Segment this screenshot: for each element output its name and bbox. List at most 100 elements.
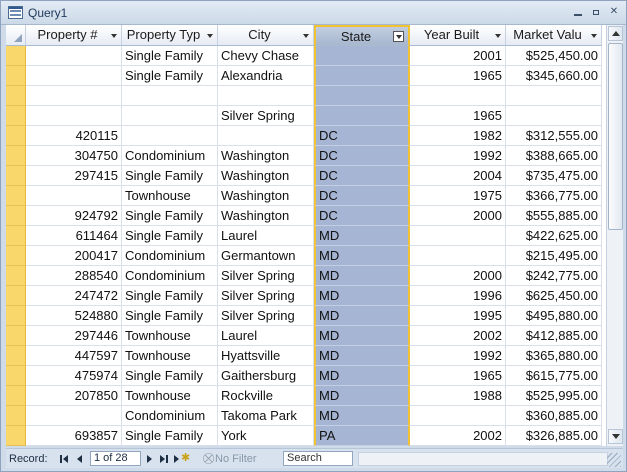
- cell-year-built[interactable]: 1965: [410, 66, 506, 86]
- cell-city[interactable]: Washington: [218, 146, 314, 166]
- cell-state[interactable]: MD: [314, 386, 410, 406]
- cell-city[interactable]: Chevy Chase: [218, 46, 314, 66]
- cell-state[interactable]: DC: [314, 126, 410, 146]
- first-record-button[interactable]: [59, 452, 71, 465]
- row-selector[interactable]: [6, 226, 26, 246]
- row-selector[interactable]: [6, 106, 26, 126]
- cell-property-id[interactable]: 611464: [26, 226, 122, 246]
- cell-property-id[interactable]: [26, 186, 122, 206]
- cell-property-type[interactable]: Single Family: [122, 166, 218, 186]
- cell-market-value[interactable]: $360,885.00: [506, 406, 602, 426]
- cell-year-built[interactable]: 1965: [410, 366, 506, 386]
- filter-toggle[interactable]: ⛒No Filter: [203, 450, 257, 468]
- sort-dropdown-icon[interactable]: [591, 34, 597, 38]
- row-selector[interactable]: [6, 206, 26, 226]
- cell-market-value[interactable]: $242,775.00: [506, 266, 602, 286]
- select-all-corner[interactable]: [6, 25, 26, 46]
- cell-state[interactable]: DC: [314, 166, 410, 186]
- cell-city[interactable]: Hyattsville: [218, 346, 314, 366]
- row-selector[interactable]: [6, 166, 26, 186]
- cell-property-type[interactable]: Townhouse: [122, 326, 218, 346]
- cell-state[interactable]: MD: [314, 406, 410, 426]
- sort-dropdown-icon[interactable]: [111, 34, 117, 38]
- row-selector[interactable]: [6, 46, 26, 66]
- row-selector[interactable]: [6, 126, 26, 146]
- cell-property-type[interactable]: Single Family: [122, 66, 218, 86]
- previous-record-button[interactable]: [74, 452, 86, 465]
- cell-year-built[interactable]: 2004: [410, 166, 506, 186]
- cell-property-id[interactable]: 420115: [26, 126, 122, 146]
- cell-city[interactable]: Washington: [218, 186, 314, 206]
- cell-state[interactable]: MD: [314, 346, 410, 366]
- cell-state[interactable]: [314, 106, 410, 126]
- cell-state[interactable]: [314, 66, 410, 86]
- cell-property-id[interactable]: 524880: [26, 306, 122, 326]
- column-header-year-built[interactable]: Year Built: [410, 25, 506, 46]
- cell-market-value[interactable]: [506, 106, 602, 126]
- close-button[interactable]: ✕: [607, 6, 621, 19]
- sort-dropdown-icon[interactable]: [207, 34, 213, 38]
- vertical-scrollbar[interactable]: [606, 25, 623, 446]
- search-input[interactable]: Search: [283, 451, 353, 466]
- row-selector[interactable]: [6, 286, 26, 306]
- cell-property-id[interactable]: 447597: [26, 346, 122, 366]
- row-selector[interactable]: [6, 326, 26, 346]
- row-selector[interactable]: [6, 86, 26, 106]
- row-selector[interactable]: [6, 246, 26, 266]
- cell-property-type[interactable]: Condominium: [122, 406, 218, 426]
- scroll-up-button[interactable]: [608, 26, 623, 41]
- cell-year-built[interactable]: 1995: [410, 306, 506, 326]
- next-record-button[interactable]: [143, 452, 155, 465]
- cell-property-type[interactable]: Single Family: [122, 426, 218, 446]
- cell-market-value[interactable]: $412,885.00: [506, 326, 602, 346]
- cell-property-type[interactable]: [122, 126, 218, 146]
- cell-property-id[interactable]: [26, 46, 122, 66]
- cell-property-id[interactable]: [26, 86, 122, 106]
- cell-property-id[interactable]: 693857: [26, 426, 122, 446]
- cell-market-value[interactable]: $615,775.00: [506, 366, 602, 386]
- column-header-property-type[interactable]: Property Typ: [122, 25, 218, 46]
- cell-market-value[interactable]: $735,475.00: [506, 166, 602, 186]
- cell-state[interactable]: MD: [314, 286, 410, 306]
- current-record-field[interactable]: 1 of 28: [90, 451, 141, 466]
- cell-property-id[interactable]: 207850: [26, 386, 122, 406]
- cell-city[interactable]: Washington: [218, 166, 314, 186]
- cell-market-value[interactable]: $495,880.00: [506, 306, 602, 326]
- cell-state[interactable]: PA: [314, 426, 410, 446]
- cell-city[interactable]: Takoma Park: [218, 406, 314, 426]
- cell-year-built[interactable]: 2000: [410, 266, 506, 286]
- cell-property-id[interactable]: 297415: [26, 166, 122, 186]
- cell-city[interactable]: York: [218, 426, 314, 446]
- cell-city[interactable]: Laurel: [218, 226, 314, 246]
- cell-year-built[interactable]: 1965: [410, 106, 506, 126]
- cell-property-type[interactable]: Townhouse: [122, 186, 218, 206]
- cell-property-id[interactable]: [26, 66, 122, 86]
- sort-dropdown-icon[interactable]: [495, 34, 501, 38]
- cell-property-type[interactable]: Single Family: [122, 366, 218, 386]
- horizontal-scrollbar[interactable]: [358, 452, 608, 466]
- title-bar[interactable]: Query1 ✕: [1, 1, 626, 25]
- cell-property-type[interactable]: Single Family: [122, 286, 218, 306]
- cell-property-type[interactable]: Condominium: [122, 146, 218, 166]
- cell-city[interactable]: Silver Spring: [218, 306, 314, 326]
- scroll-down-button[interactable]: [608, 429, 623, 444]
- cell-state[interactable]: MD: [314, 266, 410, 286]
- cell-year-built[interactable]: [410, 86, 506, 106]
- cell-property-type[interactable]: Townhouse: [122, 386, 218, 406]
- cell-year-built[interactable]: 1975: [410, 186, 506, 206]
- cell-market-value[interactable]: $625,450.00: [506, 286, 602, 306]
- cell-year-built[interactable]: [410, 226, 506, 246]
- resize-grip[interactable]: [607, 453, 621, 467]
- cell-state[interactable]: DC: [314, 146, 410, 166]
- row-selector[interactable]: [6, 426, 26, 446]
- cell-year-built[interactable]: 1992: [410, 346, 506, 366]
- cell-year-built[interactable]: [410, 406, 506, 426]
- cell-state[interactable]: MD: [314, 306, 410, 326]
- cell-state[interactable]: DC: [314, 186, 410, 206]
- row-selector[interactable]: [6, 406, 26, 426]
- cell-market-value[interactable]: $555,885.00: [506, 206, 602, 226]
- restore-button[interactable]: [589, 6, 603, 19]
- cell-property-id[interactable]: 924792: [26, 206, 122, 226]
- cell-property-type[interactable]: Single Family: [122, 226, 218, 246]
- minimize-button[interactable]: [571, 6, 585, 19]
